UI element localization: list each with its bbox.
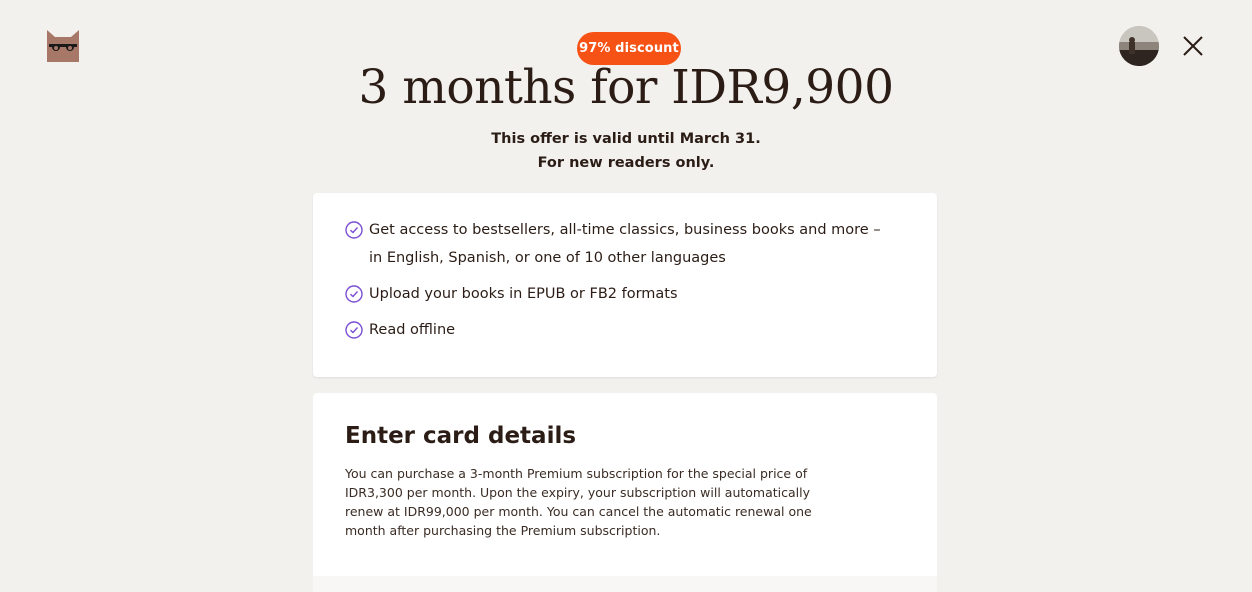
feature-text: Get access to bestsellers, all-time clas… bbox=[369, 222, 881, 266]
feature-item: Read offline bbox=[345, 316, 889, 344]
offer-validity: This offer is valid until March 31. bbox=[491, 131, 761, 147]
feature-text: Read offline bbox=[369, 322, 456, 338]
feature-text: Upload your books in EPUB or FB2 formats bbox=[369, 286, 678, 302]
feature-item: Upload your books in EPUB or FB2 formats bbox=[345, 280, 889, 308]
card-form-area bbox=[313, 576, 937, 592]
card-details-section: Enter card details You can purchase a 3-… bbox=[313, 393, 937, 592]
feature-item: Get access to bestsellers, all-time clas… bbox=[345, 216, 889, 272]
check-circle-icon bbox=[345, 321, 363, 339]
subscription-offer-page: 97% discount 3 months for IDR9,900 This … bbox=[0, 0, 1252, 592]
close-icon[interactable] bbox=[1181, 34, 1205, 58]
offer-headline: 3 months for IDR9,900 bbox=[358, 60, 894, 115]
check-circle-icon bbox=[345, 221, 363, 239]
features-card: Get access to bestsellers, all-time clas… bbox=[313, 193, 937, 377]
logo-icon[interactable] bbox=[46, 30, 80, 62]
check-circle-icon bbox=[345, 285, 363, 303]
offer-eligibility: For new readers only. bbox=[537, 155, 715, 171]
section-title: Enter card details bbox=[345, 423, 577, 449]
subscription-terms: You can purchase a 3-month Premium subsc… bbox=[345, 466, 812, 538]
